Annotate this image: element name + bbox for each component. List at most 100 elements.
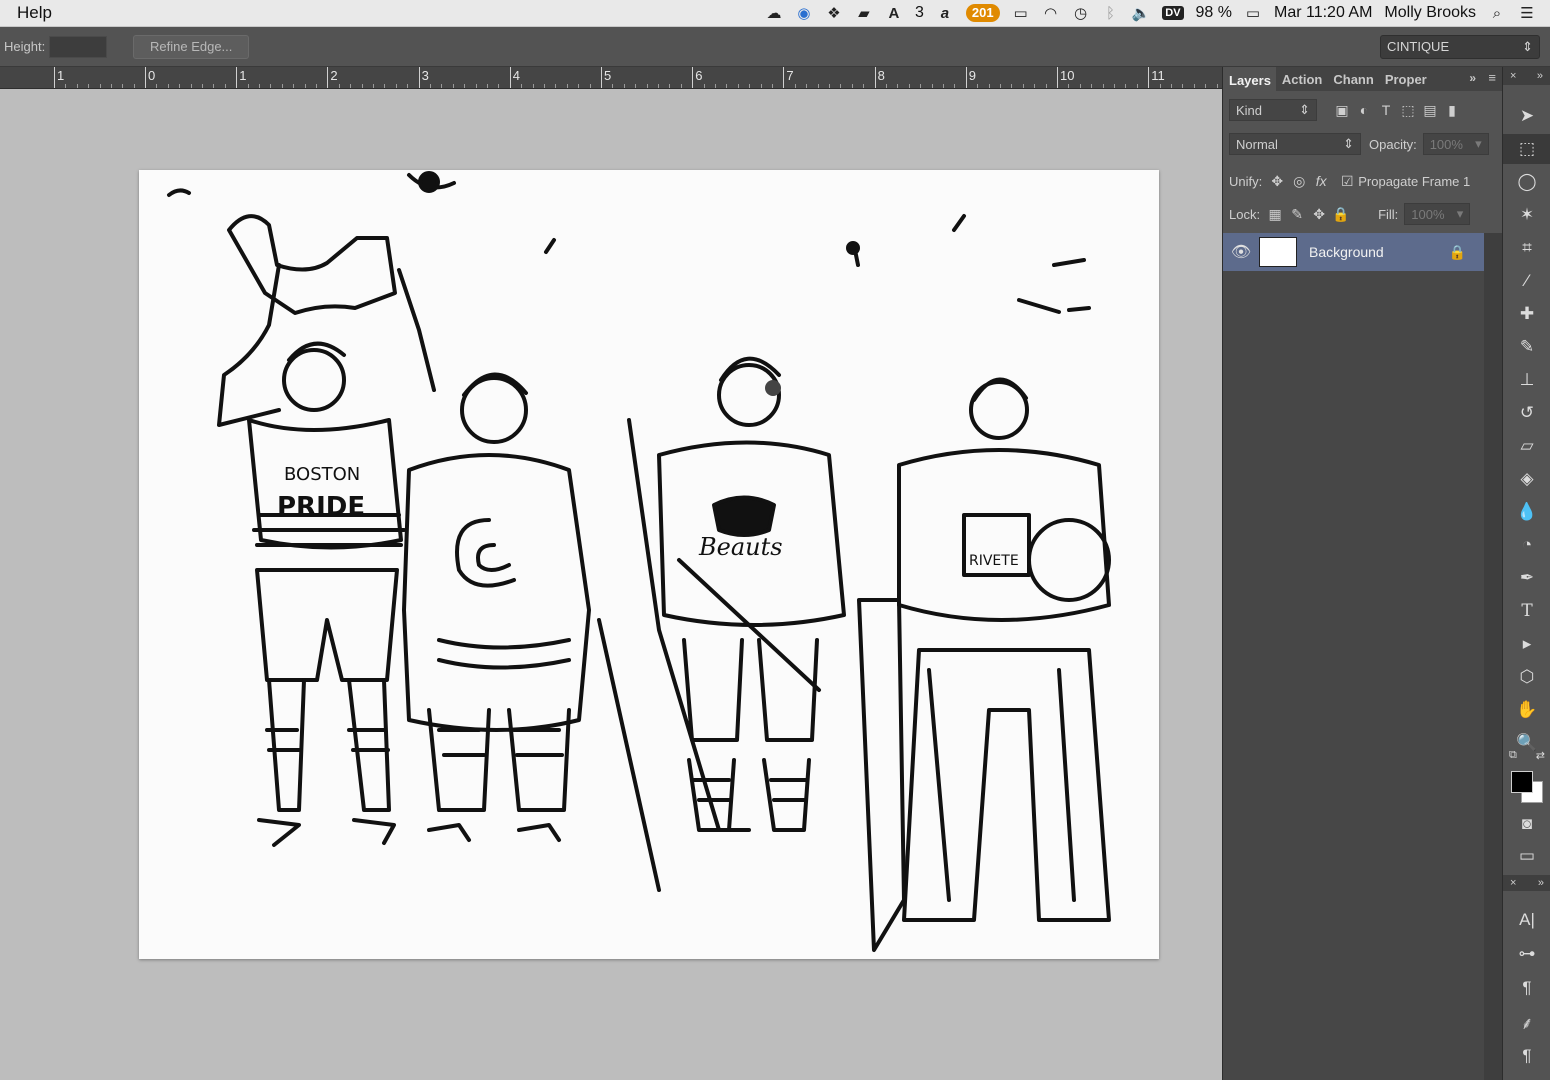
- fill-label: Fill:: [1378, 206, 1399, 222]
- lock-position-icon[interactable]: ✥: [1308, 206, 1330, 223]
- filter-pixel-icon[interactable]: ▣: [1331, 102, 1353, 119]
- crop-tool[interactable]: ⌗: [1503, 233, 1550, 263]
- pen-tool[interactable]: ✒: [1503, 563, 1550, 593]
- tab-properties[interactable]: Proper: [1379, 72, 1432, 91]
- expand-icon[interactable]: »: [1538, 877, 1544, 889]
- marquee-tool[interactable]: ⬚: [1503, 134, 1550, 164]
- font-icon[interactable]: A: [885, 4, 903, 22]
- ruler-minor-tick: [680, 84, 682, 88]
- blend-row: Normal ⇕ Opacity: 100% ▾: [1223, 133, 1503, 155]
- ruler-minor-tick: [1000, 84, 1001, 88]
- clock[interactable]: Mar 11:20 AM: [1274, 4, 1372, 22]
- shape-tool[interactable]: ⬡: [1503, 662, 1550, 692]
- unify-visibility-icon[interactable]: ◎: [1288, 173, 1310, 190]
- screen-mode-icon[interactable]: ▭: [1503, 841, 1550, 871]
- notification-center-icon[interactable]: ☰: [1518, 4, 1536, 22]
- opacity-input[interactable]: 100% ▾: [1422, 133, 1489, 155]
- dv-icon[interactable]: DV: [1162, 6, 1184, 20]
- creative-cloud-icon[interactable]: ☁: [765, 4, 783, 22]
- document-canvas[interactable]: BOSTON PRIDE Beauts RIVETE: [139, 170, 1159, 959]
- airplay-icon[interactable]: ▭: [1012, 4, 1030, 22]
- height-label: Height:: [4, 39, 46, 54]
- quick-mask-icon[interactable]: ◙: [1503, 809, 1550, 839]
- tab-actions[interactable]: Action: [1276, 72, 1327, 91]
- ruler-minor-tick: [452, 84, 454, 88]
- hand-tool[interactable]: ✋: [1503, 695, 1550, 725]
- blur-tool[interactable]: 💧: [1503, 497, 1550, 527]
- brush-tool[interactable]: ✎: [1503, 332, 1550, 362]
- ruler-minor-tick: [122, 84, 124, 88]
- layers-scrollbar[interactable]: [1484, 233, 1503, 1080]
- magic-wand-tool[interactable]: ✶: [1503, 200, 1550, 230]
- unify-style-icon[interactable]: fx: [1310, 173, 1332, 189]
- dodge-tool[interactable]: ◔: [1503, 530, 1550, 560]
- filter-shape-icon[interactable]: ⬚: [1397, 102, 1419, 119]
- layer-lock-icon[interactable]: 🔒: [1449, 244, 1466, 261]
- path-selection-tool[interactable]: ▸: [1503, 629, 1550, 659]
- panel-expand-icon[interactable]: »: [1469, 71, 1476, 85]
- filter-adjustment-icon[interactable]: ◐: [1353, 102, 1375, 118]
- lock-pixels-icon[interactable]: ✎: [1286, 206, 1308, 223]
- adjustments-panel-icon[interactable]: ⊶: [1503, 939, 1550, 969]
- paint-bucket-tool[interactable]: ◈: [1503, 464, 1550, 494]
- filter-type-icon[interactable]: T: [1375, 102, 1397, 118]
- swap-colors-icon[interactable]: ⇄: [1536, 749, 1545, 762]
- tab-channels[interactable]: Chann: [1327, 72, 1378, 91]
- healing-brush-tool[interactable]: ✚: [1503, 299, 1550, 329]
- tab-layers[interactable]: Layers: [1223, 67, 1276, 91]
- layer-row-background[interactable]: 👁 Background 🔒: [1223, 233, 1484, 271]
- visibility-eye-icon[interactable]: 👁: [1223, 242, 1259, 262]
- paragraph-styles-icon[interactable]: ¶: [1503, 1041, 1550, 1071]
- menu-help[interactable]: Help: [0, 3, 52, 23]
- amazon-icon[interactable]: a: [936, 4, 954, 22]
- ruler-label: 8: [877, 68, 885, 83]
- lasso-tool[interactable]: ◯: [1503, 167, 1550, 197]
- volume-icon[interactable]: 🔈: [1132, 4, 1151, 22]
- battery-percent[interactable]: 98 %: [1196, 4, 1232, 22]
- spotlight-search-icon[interactable]: ⌕: [1488, 4, 1506, 22]
- eyedropper-tool[interactable]: ⁄: [1503, 266, 1550, 296]
- canvas-area[interactable]: BOSTON PRIDE Beauts RIVETE: [0, 89, 1222, 1080]
- eraser-tool[interactable]: ▱: [1503, 431, 1550, 461]
- delivery-icon[interactable]: ▰: [855, 4, 873, 22]
- fill-input[interactable]: 100% ▾: [1404, 203, 1471, 225]
- propagate-checkbox[interactable]: ☑: [1336, 173, 1358, 190]
- filter-toggle-icon[interactable]: ▮: [1441, 102, 1463, 119]
- battery-icon[interactable]: ▭: [1244, 4, 1262, 22]
- unify-position-icon[interactable]: ✥: [1266, 173, 1288, 190]
- brush-presets-icon[interactable]: ⸙: [1503, 1007, 1550, 1037]
- sync-icon[interactable]: ◉: [795, 4, 813, 22]
- lock-all-icon[interactable]: 🔒: [1330, 206, 1352, 223]
- wifi-icon[interactable]: ◠: [1042, 4, 1060, 22]
- ruler-minor-tick: [202, 84, 203, 88]
- close-icon[interactable]: ×: [1510, 70, 1516, 82]
- close-icon[interactable]: ×: [1510, 877, 1516, 889]
- move-tool[interactable]: ➤: [1503, 101, 1550, 131]
- type-tool[interactable]: T: [1503, 596, 1550, 626]
- foreground-color-swatch[interactable]: [1511, 771, 1533, 793]
- dropbox-icon[interactable]: ❖: [825, 4, 843, 22]
- height-input[interactable]: [49, 35, 108, 58]
- ruler-tick: [874, 67, 876, 88]
- filter-smart-object-icon[interactable]: ▤: [1419, 102, 1441, 119]
- workspace-select[interactable]: CINTIQUE ⇕: [1380, 34, 1540, 59]
- character-panel-icon[interactable]: A|: [1503, 905, 1550, 935]
- history-brush-tool[interactable]: ↺: [1503, 398, 1550, 428]
- expand-icon[interactable]: »: [1537, 70, 1543, 82]
- layer-name[interactable]: Background: [1309, 244, 1384, 260]
- bluetooth-icon[interactable]: ᛒ: [1102, 4, 1120, 22]
- paragraph-panel-icon[interactable]: ¶: [1503, 973, 1550, 1003]
- panel-menu-icon[interactable]: ≡: [1488, 70, 1496, 85]
- mail-badge[interactable]: 201: [965, 4, 1000, 22]
- horizontal-ruler[interactable]: 1 0 1 2 3 4 5 6 7 8 9 10 11: [0, 67, 1222, 89]
- user-name[interactable]: Molly Brooks: [1384, 4, 1476, 22]
- lock-transparent-icon[interactable]: ▦: [1264, 206, 1286, 223]
- blend-mode-select[interactable]: Normal ⇕: [1229, 133, 1361, 155]
- default-colors-icon[interactable]: ⧉: [1509, 749, 1517, 762]
- time-machine-icon[interactable]: ◷: [1072, 4, 1090, 22]
- filter-kind-select[interactable]: Kind ⇕: [1229, 99, 1317, 121]
- ruler-minor-tick: [430, 84, 431, 88]
- ruler-minor-tick: [669, 84, 671, 88]
- refine-edge-button[interactable]: Refine Edge...: [133, 34, 250, 59]
- clone-stamp-tool[interactable]: ⊥: [1503, 365, 1550, 395]
